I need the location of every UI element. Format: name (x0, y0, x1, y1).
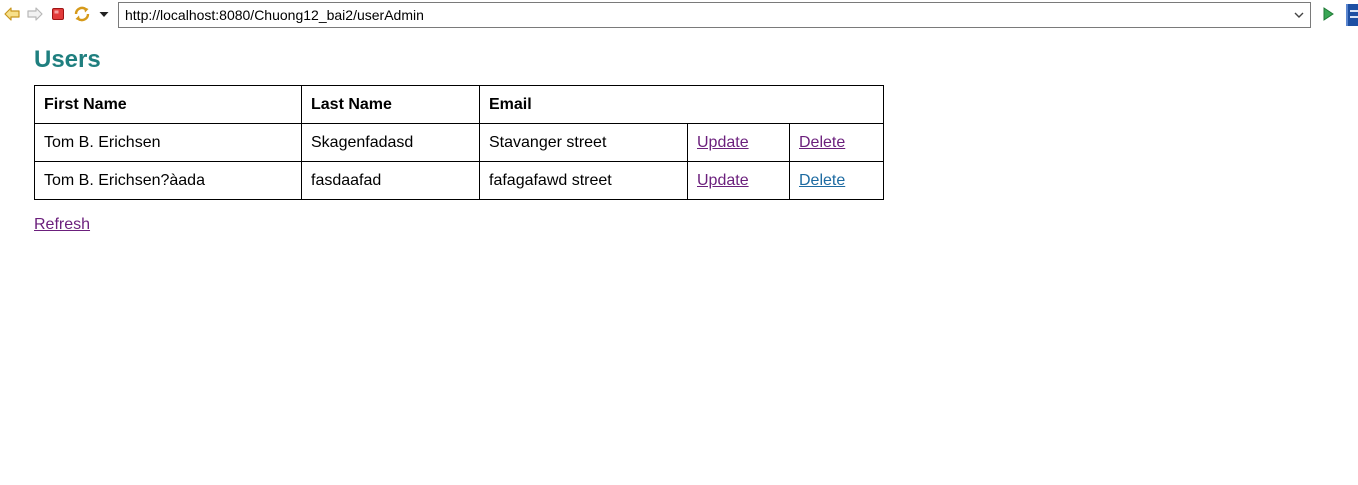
refresh-button[interactable] (73, 5, 91, 23)
back-button[interactable] (3, 5, 21, 23)
stop-icon (52, 8, 64, 20)
update-link[interactable]: Update (697, 172, 749, 189)
forward-button[interactable] (26, 5, 44, 23)
refresh-link[interactable]: Refresh (34, 216, 90, 234)
email-cell: fafagafawd street (479, 161, 688, 200)
go-play-icon (1323, 7, 1334, 21)
column-header-last-name: Last Name (301, 85, 480, 124)
table-header-row: First Name Last Name Email (34, 85, 884, 124)
browser-toolbar (0, 0, 1358, 31)
dropdown-triangle-icon (99, 12, 109, 17)
history-dropdown-button[interactable] (95, 5, 113, 23)
first-name-cell: Tom B. Erichsen (34, 123, 302, 162)
last-name-cell: fasdaafad (301, 161, 480, 200)
back-arrow-icon (4, 7, 20, 21)
delete-cell: Delete (789, 161, 884, 200)
go-button[interactable] (1320, 6, 1336, 22)
delete-link[interactable]: Delete (799, 172, 845, 189)
column-header-first-name: First Name (34, 85, 302, 124)
update-link[interactable]: Update (697, 134, 749, 151)
page-title: Users (34, 46, 101, 73)
url-bar (118, 2, 1311, 28)
first-name-cell: Tom B. Erichsen?àada (34, 161, 302, 200)
update-cell: Update (687, 123, 790, 162)
table-row: Tom B. Erichsen?àada fasdaafad fafagafaw… (34, 161, 884, 200)
users-table: First Name Last Name Email Tom B. Erichs… (34, 85, 884, 200)
stop-button[interactable] (49, 5, 67, 23)
forward-arrow-icon (27, 7, 43, 21)
extension-icon[interactable] (1346, 4, 1358, 26)
delete-link[interactable]: Delete (799, 134, 845, 151)
refresh-icon (74, 6, 90, 22)
update-cell: Update (687, 161, 790, 200)
last-name-cell: Skagenfadasd (301, 123, 480, 162)
delete-cell: Delete (789, 123, 884, 162)
table-row: Tom B. Erichsen Skagenfadasd Stavanger s… (34, 123, 884, 162)
chevron-down-icon[interactable] (1292, 8, 1306, 22)
url-input[interactable] (119, 3, 1284, 27)
email-cell: Stavanger street (479, 123, 688, 162)
column-header-email: Email (479, 85, 884, 124)
page-content: Users First Name Last Name Email Tom B. … (34, 44, 884, 234)
